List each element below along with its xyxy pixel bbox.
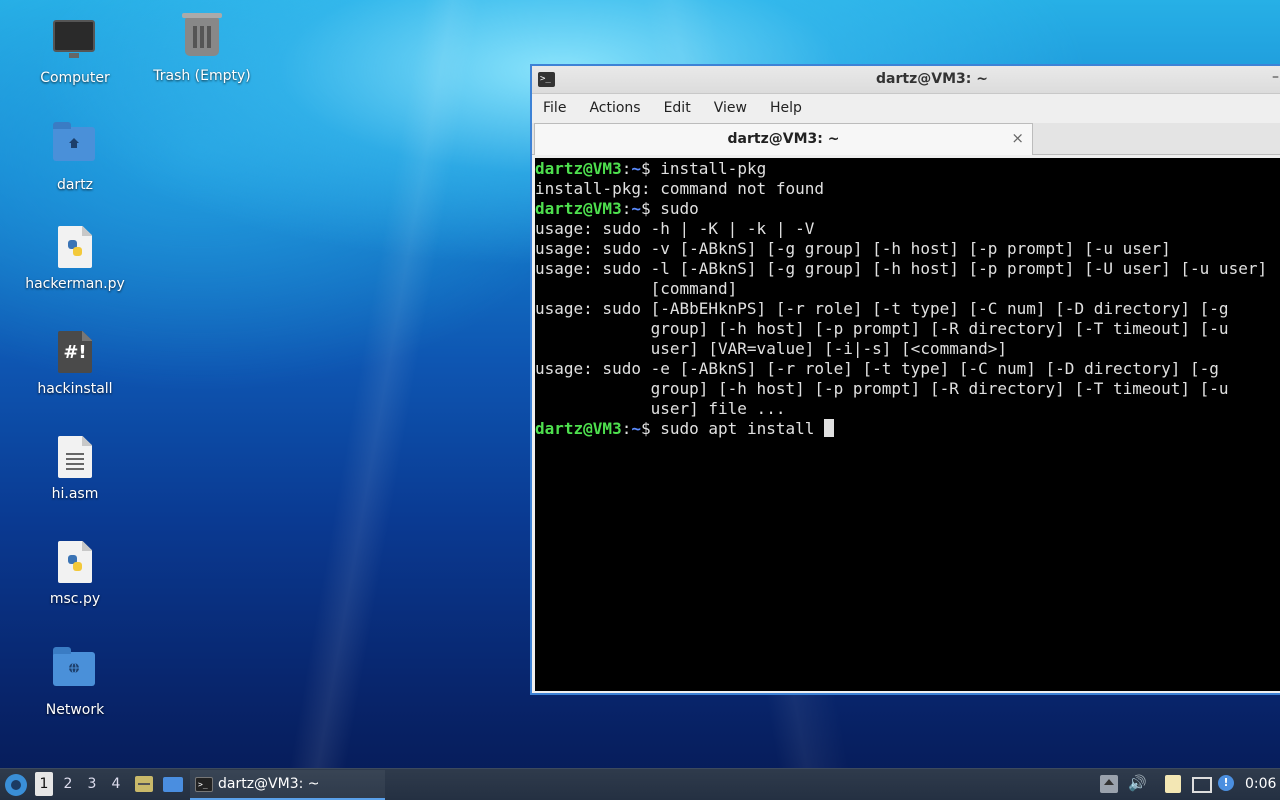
desktop-icon-label: dartz <box>56 177 94 193</box>
terminal-output-line: user] [VAR=value] [-i|-s] [<command>] <box>535 339 1280 359</box>
desktop-icon-msc-py[interactable]: msc.py <box>15 541 135 607</box>
desktop-icon-label: hackerman.py <box>25 276 125 292</box>
terminal-command-line: dartz@VM3:~$ sudo apt install <box>535 419 1280 439</box>
terminal-text: group] [-h host] [-p prompt] [-R directo… <box>535 379 1229 398</box>
prompt-end: $ <box>640 419 661 438</box>
taskbar-task-label: dartz@VM3: ~ <box>218 776 320 792</box>
terminal-text: group] [-h host] [-p prompt] [-R directo… <box>535 319 1229 338</box>
notification-icon[interactable]: ! <box>1218 775 1234 791</box>
file-manager-icon[interactable] <box>135 776 153 792</box>
prompt-end: $ <box>640 199 661 218</box>
window-title: dartz@VM3: ~ <box>876 71 988 87</box>
terminal-command-line: dartz@VM3:~$ install-pkg <box>535 159 1280 179</box>
network-icon[interactable] <box>1192 777 1212 793</box>
prompt-path: ~ <box>631 199 641 218</box>
menubar: File Actions Edit View Help <box>532 94 1280 123</box>
prompt-path: ~ <box>631 419 641 438</box>
taskbar-task-terminal[interactable]: >_ dartz@VM3: ~ <box>190 770 385 800</box>
terminal-text: usage: sudo -l [-ABknS] [-g group] [-h h… <box>535 259 1268 278</box>
desktop-icon-label: Trash (Empty) <box>153 68 251 84</box>
terminal-output-line: group] [-h host] [-p prompt] [-R directo… <box>535 379 1280 399</box>
terminal-icon: >_ <box>195 777 213 792</box>
terminal-output-line: usage: sudo -h | -K | -k | -V <box>535 219 1280 239</box>
tab-terminal[interactable]: dartz@VM3: ~ × <box>534 123 1033 155</box>
clipboard-icon[interactable] <box>1165 775 1181 793</box>
computer-icon <box>53 20 97 64</box>
terminal-text: install-pkg: command not found <box>535 179 824 198</box>
workspace-4[interactable]: 4 <box>107 776 125 792</box>
prompt-user: dartz@VM3 <box>535 419 622 438</box>
terminal-output-line: usage: sudo [-ABbEHknPS] [-r role] [-t t… <box>535 299 1280 319</box>
clock[interactable]: 0:06 <box>1245 776 1276 792</box>
terminal-text: usage: sudo -v [-ABknS] [-g group] [-h h… <box>535 239 1171 258</box>
start-menu-icon[interactable] <box>5 774 27 796</box>
terminal-text: user] [VAR=value] [-i|-s] [<command>] <box>535 339 1008 358</box>
prompt-separator: : <box>621 419 632 438</box>
close-icon[interactable]: × <box>1011 129 1024 147</box>
menu-file[interactable]: File <box>534 94 575 123</box>
desktop-icon-label: msc.py <box>49 591 101 607</box>
terminal-output[interactable]: dartz@VM3:~$ install-pkg install-pkg: com… <box>535 158 1280 691</box>
terminal-text: user] file ... <box>535 399 786 418</box>
terminal-output-line: [command] <box>535 279 1280 299</box>
desktop-icon-computer[interactable]: Computer <box>15 16 135 86</box>
menu-edit[interactable]: Edit <box>655 94 700 123</box>
terminal-text: usage: sudo -h | -K | -k | -V <box>535 219 815 238</box>
terminal-output-line: user] file ... <box>535 399 1280 419</box>
desktop-icon-label: Network <box>45 702 105 718</box>
show-desktop-icon[interactable] <box>163 777 183 792</box>
terminal-text: sudo <box>660 199 699 218</box>
python-file-icon <box>53 541 97 585</box>
desktop-icon-network[interactable]: Network <box>15 646 135 718</box>
volume-icon[interactable]: 🔊 <box>1128 774 1147 792</box>
script-file-icon: #! <box>53 331 97 375</box>
workspace-2[interactable]: 2 <box>59 776 77 792</box>
terminal-output-line: group] [-h host] [-p prompt] [-R directo… <box>535 319 1280 339</box>
text-file-icon <box>53 436 97 480</box>
terminal-text: usage: sudo [-ABbEHknPS] [-r role] [-t t… <box>535 299 1229 318</box>
workspace-3[interactable]: 3 <box>83 776 101 792</box>
menu-help[interactable]: Help <box>761 94 811 123</box>
terminal-output-line: usage: sudo -e [-ABknS] [-r role] [-t ty… <box>535 359 1280 379</box>
prompt-user: dartz@VM3 <box>535 199 622 218</box>
home-folder-icon <box>53 122 97 171</box>
minimize-icon[interactable]: – <box>1272 69 1280 85</box>
prompt-path: ~ <box>631 159 641 178</box>
network-folder-icon <box>53 647 97 696</box>
prompt-separator: : <box>621 199 632 218</box>
prompt-end: $ <box>640 159 661 178</box>
text-cursor <box>824 419 835 437</box>
terminal-output-line: usage: sudo -v [-ABknS] [-g group] [-h h… <box>535 239 1280 259</box>
window-titlebar[interactable]: >_ dartz@VM3: ~ – <box>532 66 1280 94</box>
terminal-output-line: usage: sudo -l [-ABknS] [-g group] [-h h… <box>535 259 1280 279</box>
terminal-window[interactable]: >_ dartz@VM3: ~ – File Actions Edit View… <box>530 64 1280 695</box>
script-symbol: #! <box>63 342 87 363</box>
desktop-icon-dartz[interactable]: dartz <box>15 121 135 193</box>
desktop-icon-label: Computer <box>40 70 110 86</box>
terminal-command-line: dartz@VM3:~$ sudo <box>535 199 1280 219</box>
terminal-output-line: install-pkg: command not found <box>535 179 1280 199</box>
trash-icon <box>180 13 224 62</box>
terminal-text: sudo apt install <box>660 419 825 438</box>
terminal-text: [command] <box>535 279 738 298</box>
prompt-separator: : <box>621 159 632 178</box>
prompt-user: dartz@VM3 <box>535 159 622 178</box>
desktop-icon-hackinstall[interactable]: #! hackinstall <box>15 331 135 397</box>
taskbar: 1 2 3 4 >_ dartz@VM3: ~ 🔊 ! 0:06 <box>0 768 1280 800</box>
desktop-icon-label: hackinstall <box>37 381 113 397</box>
terminal-text: install-pkg <box>660 159 767 178</box>
python-file-icon <box>53 226 97 270</box>
desktop-icon-hackerman-py[interactable]: hackerman.py <box>15 226 135 292</box>
tab-label: dartz@VM3: ~ <box>727 131 840 147</box>
desktop-icon-hi-asm[interactable]: hi.asm <box>15 436 135 502</box>
eject-icon[interactable] <box>1100 775 1118 793</box>
terminal-text: usage: sudo -e [-ABknS] [-r role] [-t ty… <box>535 359 1219 378</box>
desktop-icon-trash[interactable]: Trash (Empty) <box>142 13 262 84</box>
tab-bar: dartz@VM3: ~ × <box>532 123 1280 155</box>
desktop-icon-label: hi.asm <box>51 486 99 502</box>
menu-view[interactable]: View <box>705 94 756 123</box>
workspace-1[interactable]: 1 <box>35 772 53 796</box>
menu-actions[interactable]: Actions <box>580 94 649 123</box>
